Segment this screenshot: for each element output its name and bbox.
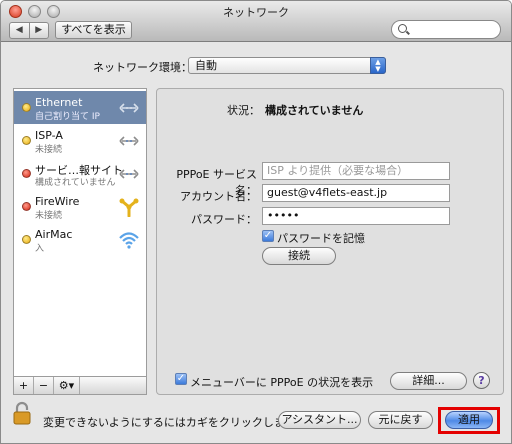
ethernet-icon bbox=[119, 103, 139, 113]
forward-button[interactable]: ▶ bbox=[30, 23, 49, 38]
service-item-service-site[interactable]: サービ…報サイト 構成されていません bbox=[14, 157, 146, 190]
ethernet-icon bbox=[119, 136, 139, 146]
back-button[interactable]: ◀ bbox=[10, 23, 30, 38]
location-popup[interactable]: 自動 ▲ ▼ bbox=[188, 57, 386, 74]
password-label: パスワード： bbox=[191, 213, 257, 226]
location-label: ネットワーク環境： bbox=[93, 61, 192, 74]
service-name: Ethernet bbox=[35, 96, 83, 109]
service-status: 未接続 bbox=[35, 211, 63, 221]
back-forward-buttons: ◀ ▶ bbox=[9, 22, 49, 39]
search-field[interactable] bbox=[391, 20, 501, 39]
assistant-button[interactable]: アシスタント... bbox=[278, 411, 361, 429]
help-button[interactable]: ? bbox=[473, 372, 490, 389]
service-name: AirMac bbox=[35, 228, 73, 241]
add-service-button[interactable]: + bbox=[14, 377, 34, 394]
ethernet-icon bbox=[119, 169, 139, 179]
service-list-controls: + − ⚙▾ bbox=[13, 377, 147, 395]
apply-button[interactable]: 適用 bbox=[445, 411, 493, 429]
title-bar: ネットワーク ◀ ▶ すべてを表示 bbox=[1, 1, 511, 42]
service-item-ethernet[interactable]: Ethernet 自己割り当て IP bbox=[14, 91, 146, 124]
pppoe-service-name-field[interactable]: ISP より提供（必要な場合） bbox=[262, 162, 450, 180]
service-status: 入 bbox=[35, 244, 45, 254]
service-name: FireWire bbox=[35, 195, 80, 208]
show-pppoe-status-checkbox[interactable]: ✓ bbox=[175, 373, 187, 385]
firewire-icon bbox=[119, 198, 139, 217]
status-dot-icon bbox=[22, 202, 31, 211]
advanced-button[interactable]: 詳細... bbox=[390, 372, 467, 390]
popup-arrows-icon: ▲ ▼ bbox=[370, 57, 386, 74]
status-value: 構成されていません bbox=[265, 104, 364, 117]
location-value: 自動 bbox=[195, 59, 217, 72]
status-label: 状況： bbox=[227, 104, 260, 117]
service-item-firewire[interactable]: FireWire 未接続 bbox=[14, 190, 146, 223]
window-title: ネットワーク bbox=[223, 6, 289, 19]
airmac-icon bbox=[119, 232, 139, 249]
remember-password-checkbox[interactable]: ✓ bbox=[262, 230, 274, 242]
service-status: 構成されていません bbox=[35, 178, 116, 188]
lock-message: 変更できないようにするにはカギをクリックします。 bbox=[43, 416, 306, 429]
remove-service-button[interactable]: − bbox=[34, 377, 54, 394]
service-list: Ethernet 自己割り当て IP ISP-A 未接続 サービ…報サイト 構成… bbox=[13, 88, 147, 377]
account-name-label: アカウント名： bbox=[180, 190, 257, 203]
password-field[interactable]: ••••• bbox=[262, 207, 450, 225]
show-all-button[interactable]: すべてを表示 bbox=[55, 21, 132, 39]
status-dot-icon bbox=[22, 136, 31, 145]
remember-password-label: パスワードを記憶 bbox=[277, 232, 365, 245]
service-status: 自己割り当て IP bbox=[35, 112, 100, 122]
status-dot-icon bbox=[22, 103, 31, 112]
network-preferences-window: ネットワーク ◀ ▶ すべてを表示 ネットワーク環境： 自動 ▲ ▼ Ethern… bbox=[0, 0, 512, 444]
status-dot-icon bbox=[22, 235, 31, 244]
lock-icon[interactable] bbox=[13, 401, 31, 425]
service-status: 未接続 bbox=[35, 145, 63, 155]
revert-button[interactable]: 元に戻す bbox=[368, 411, 433, 429]
service-item-airmac[interactable]: AirMac 入 bbox=[14, 223, 146, 256]
service-item-isp-a[interactable]: ISP-A 未接続 bbox=[14, 124, 146, 157]
show-pppoe-status-label: メニューバーに PPPoE の状況を表示 bbox=[190, 376, 374, 389]
gear-menu-button[interactable]: ⚙▾ bbox=[54, 377, 80, 394]
connect-button[interactable]: 接続 bbox=[262, 247, 336, 265]
search-icon bbox=[398, 24, 407, 33]
service-name: ISP-A bbox=[35, 129, 63, 142]
status-dot-icon bbox=[22, 169, 31, 178]
account-name-field[interactable]: guest@v4flets-east.jp bbox=[262, 184, 450, 202]
